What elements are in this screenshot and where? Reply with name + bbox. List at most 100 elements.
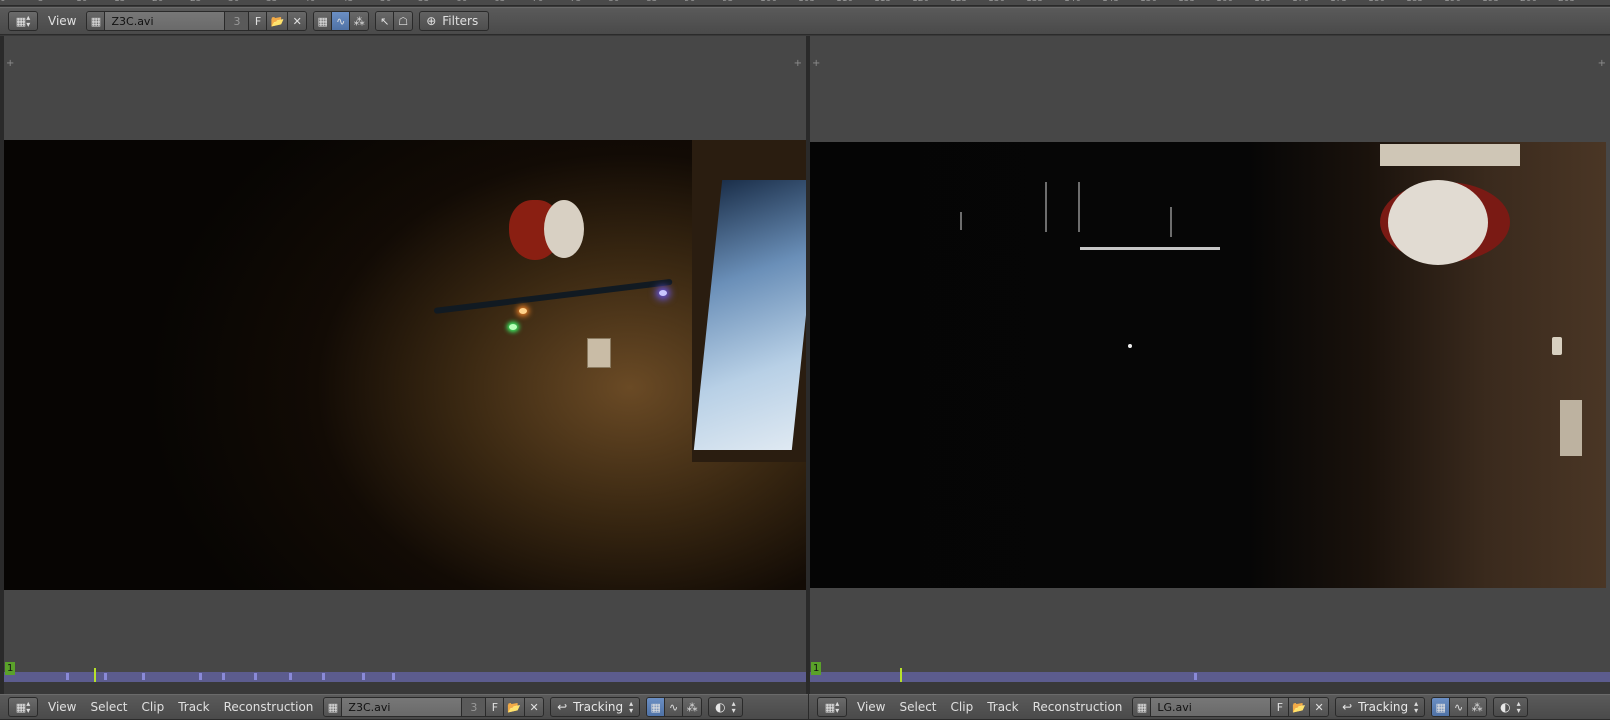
view-dopesheet-icon: ⁂: [353, 14, 365, 28]
editor-type-button[interactable]: ▦ ▴ ▾: [8, 697, 38, 717]
pivot-icon: ◐: [715, 700, 726, 714]
menu-view[interactable]: View: [44, 700, 80, 714]
view-dopesheet-icon: ⁂: [686, 700, 698, 714]
ruler-tick-label: 135: [1026, 0, 1064, 4]
area-corner-icon[interactable]: +: [1598, 58, 1606, 69]
view-dopesheet-button[interactable]: ⁂: [1468, 698, 1487, 716]
area-corner-icon[interactable]: +: [794, 58, 802, 69]
keyframe-marker: [1194, 673, 1197, 680]
left-timeline[interactable]: [4, 668, 806, 682]
menu-reconstruction[interactable]: Reconstruction: [1029, 700, 1127, 714]
filter-icon: ⊕: [426, 14, 437, 28]
pivot-dropdown[interactable]: ◐ ▴ ▾: [1493, 697, 1528, 717]
timeline-strip: [4, 682, 806, 694]
wall-switch: [1560, 400, 1582, 456]
clip-name-field[interactable]: Z3C.avi: [342, 698, 463, 716]
chevron-up-down-icon: ▴ ▾: [629, 699, 634, 715]
menu-track[interactable]: Track: [174, 700, 213, 714]
view-graph-button[interactable]: ∿: [665, 698, 684, 716]
filters-button[interactable]: ⊕ Filters: [419, 11, 490, 31]
view-clip-button[interactable]: ▦: [647, 698, 666, 716]
clip-selector[interactable]: ▦ Z3C.avi 3 F 📂 ✕: [323, 697, 545, 717]
open-folder-icon: 📂: [507, 700, 522, 714]
ruler-tick-label: 55: [418, 0, 456, 4]
menu-view[interactable]: View: [44, 14, 80, 28]
right-clip-editor[interactable]: + +: [810, 36, 1610, 682]
open-clip-button[interactable]: 📂: [504, 698, 526, 716]
ruler-tick-label: 65: [494, 0, 532, 4]
right-timeline[interactable]: [810, 668, 1610, 682]
playhead[interactable]: [900, 668, 902, 682]
menu-clip[interactable]: Clip: [138, 700, 169, 714]
view-clip-button[interactable]: ▦: [1432, 698, 1451, 716]
view-toggle-group: ▦ ∿ ⁂: [646, 697, 703, 717]
clip-selector[interactable]: ▦ Z3C.avi 3 F 📂 ✕: [86, 11, 308, 31]
clip-name-field[interactable]: LG.avi: [1151, 698, 1272, 716]
menu-reconstruction[interactable]: Reconstruction: [220, 700, 318, 714]
clip-browse-button[interactable]: ▦: [87, 12, 106, 30]
view-clip-button[interactable]: ▦: [314, 12, 333, 30]
menu-clip[interactable]: Clip: [947, 700, 978, 714]
view-graph-button[interactable]: ∿: [332, 12, 351, 30]
clip-selector[interactable]: ▦ LG.avi F 📂 ✕: [1132, 697, 1330, 717]
clip-browse-button[interactable]: ▦: [1133, 698, 1152, 716]
menu-select[interactable]: Select: [895, 700, 940, 714]
view-dopesheet-button[interactable]: ⁂: [350, 12, 369, 30]
mode-dropdown[interactable]: ↩ Tracking ▴ ▾: [550, 697, 641, 717]
fake-user-button[interactable]: F: [1271, 698, 1290, 716]
menu-select[interactable]: Select: [86, 700, 131, 714]
open-folder-icon: 📂: [1292, 700, 1307, 714]
pivot-dropdown[interactable]: ◐ ▴ ▾: [708, 697, 743, 717]
clip-browse-button[interactable]: ▦: [324, 698, 343, 716]
left-clip-editor[interactable]: + +: [4, 36, 806, 682]
mode-dropdown[interactable]: ↩ Tracking ▴ ▾: [1335, 697, 1426, 717]
ruler-ticks: 0510152025303540455055606570758085909510…: [0, 0, 1596, 4]
ruler-tick-label: 200: [1520, 0, 1558, 4]
editor-type-button[interactable]: ▦ ▴ ▾: [8, 11, 38, 31]
tracking-point: [1128, 344, 1132, 348]
wall-switch: [587, 338, 611, 368]
menu-track[interactable]: Track: [983, 700, 1022, 714]
unlink-clip-button[interactable]: ✕: [525, 698, 544, 716]
unlink-clip-button[interactable]: ✕: [288, 12, 307, 30]
chevron-up-down-icon: ▴ ▾: [835, 699, 840, 715]
view-graph-button[interactable]: ∿: [1450, 698, 1469, 716]
view-clip-icon: ▦: [1435, 700, 1446, 714]
ruler-tick-label: 80: [608, 0, 646, 4]
ruler-tick-label: 15: [114, 0, 152, 4]
keyframe-marker: [392, 673, 395, 680]
ruler-tick-label: 105: [798, 0, 836, 4]
ruler-tick-label: 30: [228, 0, 266, 4]
fake-user-button[interactable]: F: [486, 698, 505, 716]
keyframe-marker: [289, 673, 292, 680]
ruler-tick-label: 40: [304, 0, 342, 4]
editor-type-button[interactable]: ▦ ▴ ▾: [817, 697, 847, 717]
area-corner-icon[interactable]: +: [812, 58, 820, 69]
area-corner-icon[interactable]: +: [6, 58, 14, 69]
keyframe-marker: [254, 673, 257, 680]
mode-label: Tracking: [573, 700, 624, 714]
close-x-icon: ✕: [1314, 700, 1324, 714]
clip-name-field[interactable]: Z3C.avi: [105, 12, 226, 30]
view-clip-icon: ▦: [650, 700, 661, 714]
chevron-up-down-icon: ▴ ▾: [1516, 699, 1521, 715]
ghost-button[interactable]: ☖: [394, 12, 413, 30]
menu-view[interactable]: View: [853, 700, 889, 714]
wall-hook: [1552, 337, 1562, 355]
current-frame-label: 1: [5, 662, 16, 675]
tracking-mode-icon: ↩: [1342, 700, 1353, 714]
fake-user-button[interactable]: F: [249, 12, 268, 30]
footage-frame-z3c[interactable]: [4, 140, 806, 590]
playhead[interactable]: [94, 668, 96, 682]
cursor-button[interactable]: ↖: [376, 12, 395, 30]
open-clip-button[interactable]: 📂: [267, 12, 289, 30]
view-dopesheet-button[interactable]: ⁂: [683, 698, 702, 716]
ruler-tick-label: 165: [1254, 0, 1292, 4]
left-editor-header: ▦ ▴ ▾ View Select Clip Track Reconstructio…: [0, 694, 808, 720]
editor-type-icon: ▦: [824, 700, 836, 714]
unlink-clip-button[interactable]: ✕: [1310, 698, 1329, 716]
view-toggle-group: ▦ ∿ ⁂: [313, 11, 370, 31]
open-clip-button[interactable]: 📂: [1289, 698, 1311, 716]
footage-frame-lg[interactable]: [810, 142, 1606, 588]
ruler-tick-label: 195: [1482, 0, 1520, 4]
